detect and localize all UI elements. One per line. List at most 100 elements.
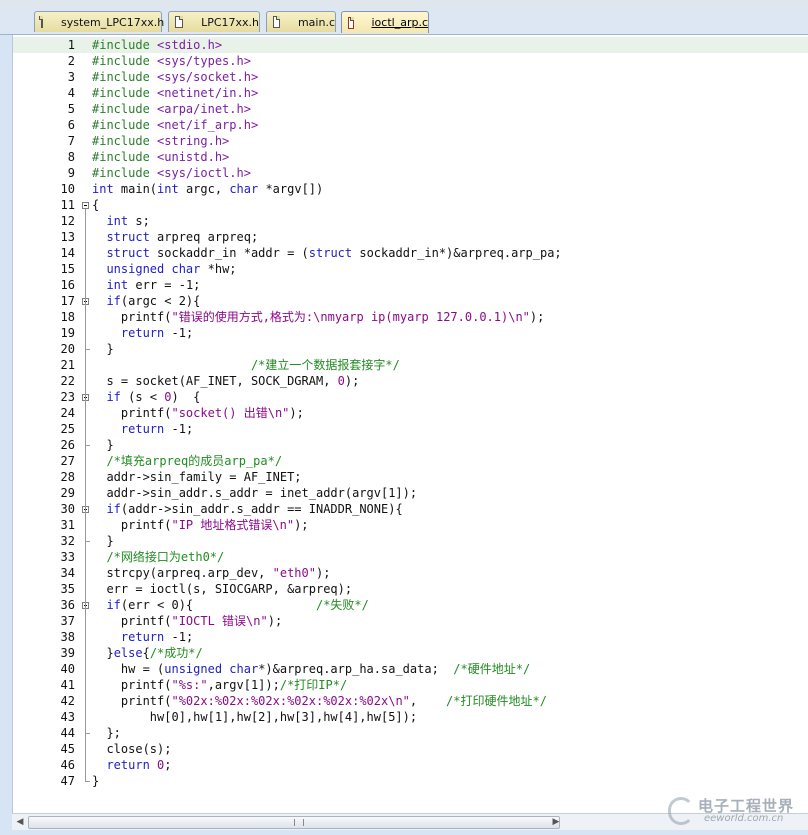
code-line[interactable]: 30 if(addr->sin_addr.s_addr == INADDR_NO… [13,501,808,517]
code-line[interactable]: 17 if(argc < 2){ [13,293,808,309]
code-token: int [92,182,114,196]
line-number: 34 [60,566,75,580]
line-number: 12 [60,214,75,228]
code-token: char [229,182,259,196]
code-token: *argv[]) [258,182,324,196]
code-line[interactable]: 38 return -1; [13,629,808,645]
code-line[interactable]: 21 /*建立一个数据报套接字*/ [13,357,808,373]
code-line[interactable]: 6 #include <net/if_arp.h> [13,117,808,133]
code-text: struct arpreq arpreq; [92,229,258,245]
line-number: 32 [60,534,75,548]
code-line[interactable]: 46 return 0; [13,757,808,773]
line-number: 38 [60,630,75,644]
code-token: addr->sin_addr.s_addr = inet_addr(argv[1… [92,486,418,500]
code-token: #include [92,70,158,84]
code-token: /*成功*/ [149,646,203,660]
code-line[interactable]: 28 addr->sin_family = AF_INET; [13,469,808,485]
code-token: unsigned [164,662,223,676]
code-token: "%02x:%02x:%02x:%02x:%02x:%02x\n" [171,694,410,708]
code-line[interactable]: 42 printf("%02x:%02x:%02x:%02x:%02x:%02x… [13,693,808,709]
scroll-thumb[interactable] [28,816,560,829]
tab-lpc17xx-h[interactable]: LPC17xx.h [168,11,260,32]
code-token: ); [294,518,309,532]
scroll-right-icon[interactable]: ▶ [550,816,562,828]
code-line[interactable]: 8 #include <unistd.h> [13,149,808,165]
line-number: 42 [60,694,75,708]
code-line[interactable]: 14 struct sockaddr_in *addr = (struct so… [13,245,808,261]
line-number: 41 [60,678,75,692]
code-line[interactable]: 29 addr->sin_addr.s_addr = inet_addr(arg… [13,485,808,501]
code-token: return [120,422,165,436]
code-line[interactable]: 5 #include <arpa/inet.h> [13,101,808,117]
code-line[interactable]: 35 err = ioctl(s, SIOCGARP, &arpreq); [13,581,808,597]
code-text: return -1; [92,629,193,645]
line-number: 21 [60,358,75,372]
code-line[interactable]: 20 } [13,341,808,357]
line-number: 19 [60,326,75,340]
code-line[interactable]: 18 printf("错误的使用方式,格式为:\nmyarp ip(myarp … [13,309,808,325]
code-line[interactable]: 37 printf("IOCTL 错误\n"); [13,613,808,629]
code-line[interactable]: 27 /*填充arpreq的成员arp_pa*/ [13,453,808,469]
code-line[interactable]: 2 #include <sys/types.h> [13,53,808,69]
fold-end-tick [85,541,90,542]
code-line[interactable]: 33 /*网络接口为eth0*/ [13,549,808,565]
code-line[interactable]: 22 s = socket(AF_INET, SOCK_DGRAM, 0); [13,373,808,389]
code-text: hw = (unsigned char*)&arpreq.arp_ha.sa_d… [92,661,530,677]
code-token: #include [92,166,158,180]
code-token: arpreq arpreq; [149,230,259,244]
code-line[interactable]: 10 int main(int argc, char *argv[]) [13,181,808,197]
code-line[interactable]: 1 #include <stdio.h> [13,37,808,53]
code-line[interactable]: 41 printf("%s:",argv[1]);/*打印IP*/ [13,677,808,693]
code-token: /*填充arpreq的成员arp_pa*/ [106,454,283,468]
code-token: <net/if_arp.h> [157,118,259,132]
code-line[interactable]: 47} [13,773,808,789]
code-line[interactable]: 16 int err = -1; [13,277,808,293]
fold-minus-icon[interactable] [82,202,89,209]
code-text: printf("%02x:%02x:%02x:%02x:%02x:%02x\n"… [92,693,547,709]
code-line[interactable]: 32 } [13,533,808,549]
code-line[interactable]: 36 if(err < 0){ /*失败*/ [13,597,808,613]
code-token: return [106,758,150,772]
code-line[interactable]: 13 struct arpreq arpreq; [13,229,808,245]
code-line[interactable]: 9 #include <sys/ioctl.h> [13,165,808,181]
code-line[interactable]: 23 if (s < 0) { [13,389,808,405]
code-token: ) { [171,390,201,404]
code-line[interactable]: 45 close(s); [13,741,808,757]
code-line[interactable]: 25 return -1; [13,421,808,437]
code-line[interactable]: 4 #include <netinet/in.h> [13,85,808,101]
code-line[interactable]: 7 #include <string.h> [13,133,808,149]
fold-end-tick [85,349,90,350]
code-line[interactable]: 40 hw = (unsigned char*)&arpreq.arp_ha.s… [13,661,808,677]
code-line[interactable]: 39 }else{/*成功*/ [13,645,808,661]
code-text: if (s < 0) { [92,389,200,405]
code-line[interactable]: 3 #include <sys/socket.h> [13,69,808,85]
line-number: 7 [67,134,75,148]
tab-ioctl-arp-c[interactable]: ioctl_arp.c [341,11,429,33]
code-line[interactable]: 15 unsigned char *hw; [13,261,808,277]
code-line[interactable]: 43 hw[0],hw[1],hw[2],hw[3],hw[4],hw[5]); [13,709,808,725]
line-number: 45 [60,742,75,756]
code-token: s = socket(AF_INET, SOCK_DGRAM, [92,374,338,388]
code-line[interactable]: 34 strcpy(arpreq.arp_dev, "eth0"); [13,565,808,581]
code-editor[interactable]: 1 #include <stdio.h> 2 #include <sys/types.… [12,35,808,813]
tab-system-lpc17xx-h[interactable]: system_LPC17xx.h [34,11,164,32]
scroll-left-icon[interactable]: ◀ [14,816,26,828]
code-line[interactable]: 19 return -1; [13,325,808,341]
code-line[interactable]: 11 { [13,197,808,213]
code-line[interactable]: 26 } [13,437,808,453]
code-line[interactable]: 31 printf("IP 地址格式错误\n"); [13,517,808,533]
code-text: }; [92,725,120,741]
code-line[interactable]: 44 }; [13,725,808,741]
code-token: ,argv[1]); [207,678,280,692]
line-number: 10 [60,182,75,196]
tab-main-c[interactable]: main.c [266,11,336,32]
code-line[interactable]: 12 int s; [13,213,808,229]
code-token: #include [92,150,158,164]
code-token: -1; [164,326,194,340]
code-line[interactable]: 24 printf("socket() 出错\n"); [13,405,808,421]
